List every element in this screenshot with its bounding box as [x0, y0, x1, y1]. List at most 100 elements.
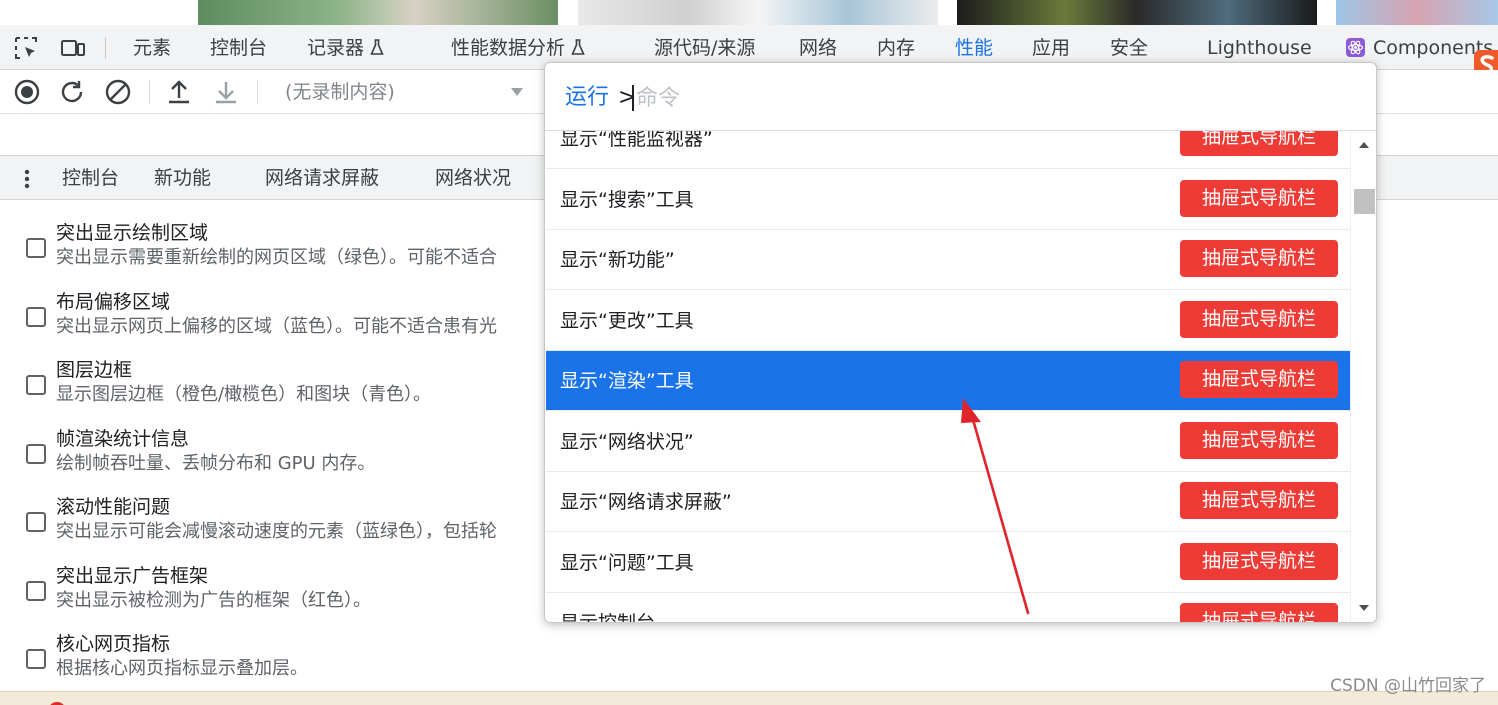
- command-item[interactable]: 显示“问题”工具 抽屉式导航栏: [546, 533, 1350, 593]
- option-title: 图层边框: [56, 359, 133, 381]
- option-title: 滚动性能问题: [56, 496, 171, 518]
- command-item-label: 显示控制台: [560, 612, 656, 623]
- command-item-selected[interactable]: 显示“渲染”工具 抽屉式导航栏: [546, 351, 1350, 411]
- command-item[interactable]: 显示“网络状况” 抽屉式导航栏: [546, 412, 1350, 472]
- command-item[interactable]: 显示“性能监视器” 抽屉式导航栏: [546, 131, 1350, 169]
- command-menu-header: 运行 >: [545, 63, 1376, 131]
- drawer-tab-console[interactable]: 控制台: [62, 166, 119, 190]
- tab-elements[interactable]: 元素: [133, 35, 171, 61]
- option-description: 突出显示被检测为广告的框架（红色）。: [56, 590, 371, 611]
- flask-icon: [370, 39, 384, 55]
- option-description: 突出显示需要重新绘制的网页区域（绿色）。可能不适合: [56, 247, 497, 268]
- tab-console[interactable]: 控制台: [210, 35, 267, 61]
- option-description: 绘制帧吞吐量、丢帧分布和 GPU 内存。: [56, 453, 376, 474]
- divider: [149, 80, 150, 104]
- option-title: 布局偏移区域: [56, 291, 171, 313]
- command-prefix: 运行: [565, 85, 610, 110]
- thumbnail-image: [198, 0, 558, 25]
- tab-security[interactable]: 安全: [1110, 35, 1148, 61]
- command-item-label: 显示“性能监视器”: [560, 131, 713, 150]
- rendering-option: 图层边框 显示图层边框（橙色/橄榄色）和图块（青色）。: [0, 357, 560, 419]
- command-item-badge: 抽屉式导航栏: [1180, 422, 1338, 459]
- upload-profile-icon[interactable]: [165, 78, 193, 106]
- text-cursor: [632, 85, 634, 111]
- option-checkbox[interactable]: [26, 581, 46, 601]
- tab-network[interactable]: 网络: [799, 35, 837, 61]
- annotation-arrow-icon: [961, 398, 1030, 615]
- reload-record-icon[interactable]: [58, 78, 86, 106]
- command-item-label: 显示“问题”工具: [560, 552, 694, 574]
- inspect-element-icon[interactable]: [13, 35, 39, 61]
- tab-performance-insights-label: 性能数据分析: [451, 37, 566, 59]
- option-title: 帧渲染统计信息: [56, 428, 190, 450]
- tab-memory[interactable]: 内存: [877, 35, 915, 61]
- command-item-badge: 抽屉式导航栏: [1180, 180, 1338, 217]
- tab-lighthouse[interactable]: Lighthouse: [1207, 35, 1312, 61]
- download-profile-icon: [216, 82, 236, 104]
- devtools-window: 元素 控制台 记录器 性能数据分析 源代码/来源 网络 内存 性能 应用 安全 …: [0, 0, 1498, 705]
- command-item[interactable]: 显示控制台 抽屉式导航栏: [546, 593, 1350, 623]
- option-checkbox[interactable]: [26, 238, 46, 258]
- more-options-icon[interactable]: [18, 167, 36, 191]
- command-item-label: 显示“渲染”工具: [560, 370, 694, 392]
- command-item-label: 显示“网络状况”: [560, 431, 694, 453]
- rendering-option: 核心网页指标 根据核心网页指标显示叠加层。: [0, 631, 560, 693]
- option-description: 突出显示网页上偏移的区域（蓝色）。可能不适合患有光: [56, 316, 497, 337]
- command-list: 显示“性能监视器” 抽屉式导航栏 显示“搜索”工具 抽屉式导航栏 显示“新功能”…: [545, 131, 1350, 623]
- command-item-badge: 抽屉式导航栏: [1180, 361, 1338, 398]
- tab-recorder[interactable]: 记录器: [307, 35, 384, 61]
- command-item-badge: 抽屉式导航栏: [1180, 301, 1338, 338]
- option-description: 突出显示可能会减慢滚动速度的元素（蓝绿色），包括轮: [56, 521, 497, 542]
- rendering-option: 布局偏移区域 突出显示网页上偏移的区域（蓝色）。可能不适合患有光: [0, 289, 560, 351]
- option-checkbox[interactable]: [26, 444, 46, 464]
- command-item-label: 显示“网络请求屏蔽”: [560, 491, 732, 513]
- command-item-badge: 抽屉式导航栏: [1180, 240, 1338, 277]
- clear-icon[interactable]: [104, 78, 132, 106]
- command-item[interactable]: 显示“更改”工具 抽屉式导航栏: [546, 291, 1350, 351]
- recording-select[interactable]: (无录制内容): [270, 78, 528, 106]
- rendering-option: 突出显示广告框架 突出显示被检测为广告的框架（红色）。: [0, 563, 560, 625]
- tab-performance-insights[interactable]: 性能数据分析: [451, 35, 585, 61]
- scrollbar-thumb[interactable]: [1354, 189, 1375, 214]
- thumbnail-image: [578, 0, 938, 25]
- thumbnail-image: [957, 0, 1317, 25]
- option-checkbox[interactable]: [26, 649, 46, 669]
- command-item-label: 显示“更改”工具: [560, 310, 694, 332]
- tab-sources[interactable]: 源代码/来源: [654, 35, 755, 61]
- page-thumbnail-strip: [0, 0, 1498, 25]
- command-input[interactable]: [636, 81, 1036, 115]
- recording-select-value: (无录制内容): [285, 81, 395, 103]
- command-item[interactable]: 显示“网络请求屏蔽” 抽屉式导航栏: [546, 472, 1350, 532]
- command-list-scrollbar[interactable]: [1350, 131, 1376, 622]
- flask-icon: [571, 39, 585, 55]
- chevron-down-icon: [511, 88, 523, 96]
- scroll-down-icon[interactable]: [1358, 604, 1370, 612]
- option-checkbox[interactable]: [26, 375, 46, 395]
- watermark: CSDN @山竹回家了: [1330, 676, 1486, 696]
- command-item-badge: 抽屉式导航栏: [1180, 131, 1338, 156]
- tab-application[interactable]: 应用: [1032, 35, 1070, 61]
- option-title: 突出显示广告框架: [56, 565, 209, 587]
- thumbnail-image: [1336, 0, 1498, 25]
- drawer-tab-whats-new[interactable]: 新功能: [154, 166, 211, 190]
- scroll-up-icon[interactable]: [1358, 141, 1370, 149]
- rendering-option: 帧渲染统计信息 绘制帧吞吐量、丢帧分布和 GPU 内存。: [0, 426, 560, 488]
- drawer-tab-network-conditions[interactable]: 网络状况: [435, 166, 511, 190]
- command-item-label: 显示“搜索”工具: [560, 189, 694, 211]
- drawer-tab-network-request-blocking[interactable]: 网络请求屏蔽: [265, 166, 379, 190]
- record-icon[interactable]: [13, 78, 41, 106]
- rendering-option: 突出显示绘制区域 突出显示需要重新绘制的网页区域（绿色）。可能不适合: [0, 220, 560, 282]
- divider: [257, 80, 258, 104]
- option-checkbox[interactable]: [26, 512, 46, 532]
- option-description: 显示图层边框（橙色/橄榄色）和图块（青色）。: [56, 384, 432, 405]
- option-checkbox[interactable]: [26, 307, 46, 327]
- command-item-badge: 抽屉式导航栏: [1180, 482, 1338, 519]
- device-toolbar-icon[interactable]: [60, 35, 86, 61]
- command-item-badge: 抽屉式导航栏: [1180, 543, 1338, 580]
- tab-performance[interactable]: 性能: [955, 35, 993, 61]
- tab-recorder-label: 记录器: [307, 37, 365, 59]
- rendering-option: 滚动性能问题 突出显示可能会减慢滚动速度的元素（蓝绿色），包括轮: [0, 494, 560, 556]
- command-item-label: 显示“新功能”: [560, 249, 675, 271]
- command-item[interactable]: 显示“搜索”工具 抽屉式导航栏: [546, 170, 1350, 230]
- command-item[interactable]: 显示“新功能” 抽屉式导航栏: [546, 230, 1350, 290]
